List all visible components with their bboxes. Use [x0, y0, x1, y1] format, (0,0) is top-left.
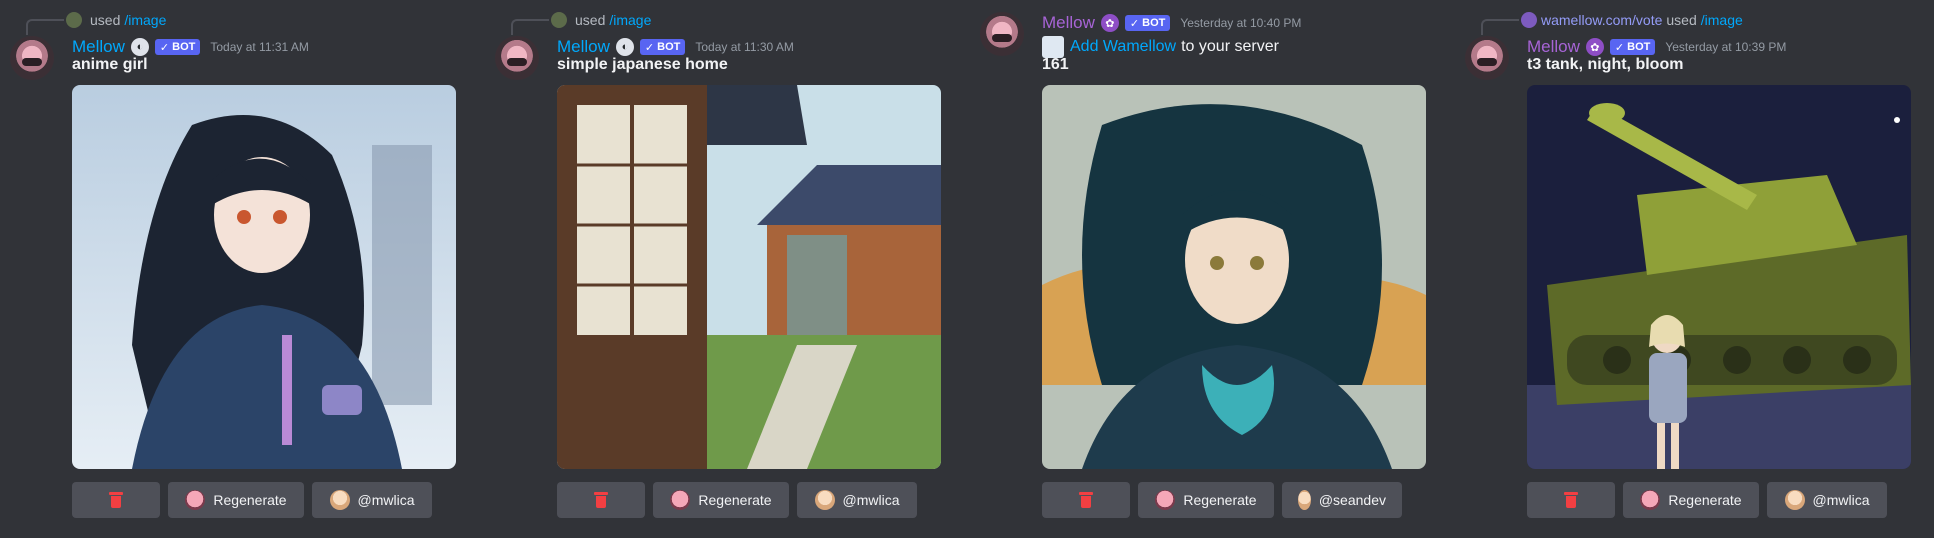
action-row: Regenerate @mwlica [1527, 482, 1887, 518]
delete-button[interactable] [1042, 482, 1130, 518]
delete-button[interactable] [557, 482, 645, 518]
author-name[interactable]: Mellow [1042, 13, 1095, 33]
wamellow-emoji-icon [1042, 36, 1064, 58]
reply-reference[interactable]: used /image [511, 11, 651, 35]
action-row: Regenerate @mwlica [72, 482, 432, 518]
reply-avatar [1521, 12, 1537, 28]
bot-tag: ✓ BOT [639, 39, 686, 55]
timestamp[interactable]: Yesterday at 10:39 PM [1665, 40, 1786, 54]
role-icon: ✿ [1585, 38, 1604, 56]
author-name[interactable]: Mellow [1527, 37, 1580, 57]
message-header: Mellow ✿ ✓ BOT Yesterday at 10:39 PM [1527, 36, 1786, 58]
reply-avatar [551, 12, 567, 28]
trash-icon [1079, 492, 1093, 508]
check-icon: ✓ [1129, 17, 1140, 30]
reply-command[interactable]: /image [124, 12, 166, 28]
user-button[interactable]: @mwlica [312, 482, 432, 518]
user-button[interactable]: @mwlica [1767, 482, 1887, 518]
regenerate-button[interactable]: Regenerate [653, 482, 789, 518]
action-row: Regenerate @seandev [1042, 482, 1402, 518]
generated-image[interactable] [1042, 85, 1426, 469]
reply-reference[interactable]: wamellow.com/vote used /image [1481, 11, 1743, 35]
trash-icon [594, 492, 608, 508]
author-name[interactable]: Mellow [557, 37, 610, 57]
reply-used-text: used [575, 12, 606, 28]
message-content: anime girl [72, 56, 148, 74]
avatar[interactable] [495, 36, 539, 80]
message-4: wamellow.com/vote used /image Mellow ✿ ✓… [1455, 0, 1911, 538]
add-wamellow-link[interactable]: Add Wamellow [1070, 38, 1176, 56]
regenerate-emoji-icon [185, 490, 206, 510]
message-content: simple japanese home [557, 56, 728, 74]
reply-spine [511, 19, 549, 35]
check-icon: ✓ [159, 41, 170, 54]
role-icon: ◐ [130, 38, 149, 56]
message-2: used /image Mellow ◐ ✓ BOT Today at 11:30… [485, 0, 941, 538]
regenerate-button[interactable]: Regenerate [168, 482, 304, 518]
check-icon: ✓ [644, 41, 655, 54]
author-name[interactable]: Mellow [72, 37, 125, 57]
user-button[interactable]: @seandev [1282, 482, 1402, 518]
user-emoji-icon [814, 490, 835, 510]
reply-spine [1481, 19, 1519, 35]
trash-icon [1564, 492, 1578, 508]
reply-avatar [66, 12, 82, 28]
action-row: Regenerate @mwlica [557, 482, 917, 518]
generated-image[interactable] [72, 85, 456, 469]
reply-used-text: used [1666, 12, 1697, 28]
generated-image[interactable] [557, 85, 941, 469]
delete-button[interactable] [72, 482, 160, 518]
message-header: Mellow ✿ ✓ BOT Yesterday at 10:40 PM [1042, 12, 1301, 34]
message-content: t3 tank, night, bloom [1527, 56, 1683, 74]
reply-username[interactable]: wamellow.com/vote [1541, 12, 1662, 28]
trash-icon [109, 492, 123, 508]
bot-tag: ✓ BOT [1124, 15, 1171, 31]
reply-command[interactable]: /image [609, 12, 651, 28]
message-1: used /image Mellow ◐ ✓ BOT Today at 11:31… [0, 0, 456, 538]
prompt-text: t3 tank, night, bloom [1527, 56, 1684, 73]
message-header: Mellow ◐ ✓ BOT Today at 11:30 AM [557, 36, 794, 58]
reply-reference[interactable]: used /image [26, 11, 166, 35]
generated-image[interactable] [1527, 85, 1911, 469]
timestamp[interactable]: Yesterday at 10:40 PM [1180, 16, 1301, 30]
prompt-text: anime girl [72, 56, 148, 73]
prompt-text: 161 [1042, 56, 1069, 73]
avatar[interactable] [1465, 36, 1509, 80]
user-button[interactable]: @mwlica [797, 482, 917, 518]
user-emoji-icon [1784, 490, 1805, 510]
check-icon: ✓ [1614, 41, 1625, 54]
timestamp[interactable]: Today at 11:31 AM [210, 40, 309, 54]
regenerate-button[interactable]: Regenerate [1138, 482, 1274, 518]
user-emoji-icon [1298, 490, 1311, 510]
delete-button[interactable] [1527, 482, 1615, 518]
regenerate-emoji-icon [1640, 490, 1661, 510]
reply-command[interactable]: /image [1701, 12, 1743, 28]
regenerate-emoji-icon [670, 490, 691, 510]
add-suffix: to your server [1181, 38, 1279, 55]
reply-used-text: used [90, 12, 121, 28]
role-icon: ◐ [615, 38, 634, 56]
timestamp[interactable]: Today at 11:30 AM [695, 40, 794, 54]
prompt-text: simple japanese home [557, 56, 728, 73]
regenerate-emoji-icon [1155, 490, 1176, 510]
add-line: Add Wamellow to your server [1042, 36, 1279, 58]
regenerate-button[interactable]: Regenerate [1623, 482, 1759, 518]
reply-spine [26, 19, 64, 35]
avatar[interactable] [10, 36, 54, 80]
bot-tag: ✓ BOT [154, 39, 201, 55]
user-emoji-icon [329, 490, 350, 510]
message-content: 161 [1042, 56, 1069, 74]
message-3: Mellow ✿ ✓ BOT Yesterday at 10:40 PM Add … [970, 0, 1426, 538]
role-icon: ✿ [1100, 14, 1119, 32]
bot-tag: ✓ BOT [1609, 39, 1656, 55]
avatar[interactable] [980, 12, 1024, 56]
message-header: Mellow ◐ ✓ BOT Today at 11:31 AM [72, 36, 309, 58]
